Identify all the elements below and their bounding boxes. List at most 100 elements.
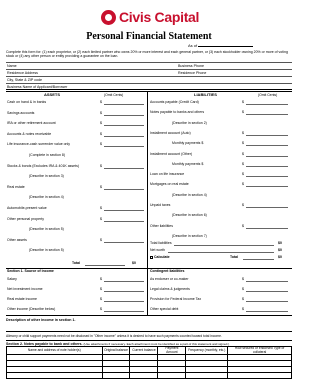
asset-item-field[interactable]: [104, 188, 144, 190]
other-income-note: Alimony or child support payments need n…: [6, 334, 222, 338]
contingent-item-field[interactable]: [246, 311, 288, 312]
contingent-header: Contingent liabilities: [150, 269, 185, 273]
currency-symbol: $: [242, 277, 244, 281]
notes-table-cell[interactable]: [157, 372, 187, 380]
liability-item-label: Monthly payments $: [172, 161, 204, 166]
notes-table-cell[interactable]: [129, 372, 159, 380]
asset-item-field[interactable]: [104, 210, 144, 211]
asset-item-label: Stocks & bonds (Excludes IRA & 401K asse…: [7, 163, 79, 168]
contingent-item-field[interactable]: [246, 291, 288, 292]
asset-item-label: Other assets: [7, 237, 27, 242]
notes-table-cell[interactable]: [227, 372, 292, 380]
liability-item-field[interactable]: [246, 186, 288, 188]
assets-liabilities-grid: ASSETS (Omit Cents) LIABILITIES (Omit Ce…: [6, 91, 292, 316]
currency-symbol: $: [242, 297, 244, 301]
asset-item-field[interactable]: [104, 104, 144, 105]
calculate-label: Calculate: [154, 255, 170, 259]
asset-item-label: (Complete in section 8): [29, 153, 65, 157]
notes-table-body: [6, 354, 292, 380]
income-item-field[interactable]: [104, 291, 144, 292]
currency-symbol: $: [100, 131, 102, 136]
business-name-label: Business Name of Applicant/Borrower: [7, 85, 68, 89]
liability-item-label: (Describe in section 7): [172, 233, 207, 238]
currency-symbol: $: [100, 163, 102, 168]
asset-item-field[interactable]: [104, 135, 144, 137]
income-item-field[interactable]: [104, 311, 144, 312]
liabilities-total-value: $0: [278, 255, 282, 259]
liability-item-field[interactable]: [246, 145, 288, 147]
notes-table-cell[interactable]: [101, 372, 131, 380]
as-of-field[interactable]: [198, 46, 253, 47]
currency-symbol: $: [100, 277, 102, 281]
asset-item-field[interactable]: [104, 220, 144, 222]
other-income-field[interactable]: [6, 324, 292, 332]
brand-name: Civis Capital: [119, 9, 200, 25]
asset-item-label: Cash on hand & in banks: [7, 100, 47, 104]
notes-column-header: Original balance: [101, 345, 131, 356]
assets-header: ASSETS: [44, 92, 61, 97]
currency-symbol: $: [242, 287, 244, 291]
asset-item-field[interactable]: [104, 114, 144, 116]
liabilities-total-label: Total: [230, 255, 239, 259]
liability-item-label: Installment account (Auto): [150, 130, 191, 135]
brand-logo-icon: [101, 9, 116, 25]
liability-item-field[interactable]: [246, 134, 288, 136]
asset-item-label: Life insurance-cash surrender value only: [7, 142, 71, 147]
liabilities-header: LIABILITIES: [194, 92, 217, 97]
asset-item-label: Automobile-present value: [7, 206, 47, 210]
contingent-item-label: Other special debt: [150, 307, 179, 311]
liability-item-label: Mortgages on real estate: [150, 182, 189, 187]
liability-item-label: (Describe in section 4): [172, 192, 207, 197]
liability-item-field[interactable]: [246, 176, 288, 178]
asset-item-field[interactable]: [104, 125, 144, 127]
income-item-field[interactable]: [104, 281, 144, 282]
business-name-row[interactable]: Business Name of Applicant/Borrower: [6, 83, 292, 90]
liability-item-field[interactable]: [246, 155, 288, 157]
notes-payable-table: Name and address of note holder(s) Origin…: [6, 345, 292, 380]
net-worth-value: $0: [278, 248, 282, 252]
asset-item-field[interactable]: [104, 167, 144, 169]
assets-total-label: Total: [72, 261, 81, 265]
notes-table-cell[interactable]: [6, 372, 103, 380]
currency-symbol: $: [100, 110, 102, 115]
liability-item-label: Monthly payments $: [172, 141, 204, 146]
liability-item-field[interactable]: [246, 104, 288, 105]
contingent-item-field[interactable]: [246, 301, 288, 302]
notes-table-cell[interactable]: [185, 372, 229, 380]
asset-item-label: Real estate: [7, 184, 25, 189]
liability-item-label: Loan on life insurance: [150, 172, 185, 177]
section1-header: Section 1. Source of income: [7, 269, 54, 273]
asset-item-label: (Describe in section 5): [29, 248, 64, 253]
liability-item-field[interactable]: [246, 114, 288, 116]
asset-item-field[interactable]: [104, 241, 144, 243]
asset-item-field[interactable]: [104, 146, 144, 148]
liabilities-omit-cents: (Omit Cents): [258, 93, 278, 97]
liability-item-field[interactable]: [246, 165, 288, 167]
asset-item-label: Other personal property: [7, 216, 44, 221]
income-item-field[interactable]: [104, 301, 144, 302]
notes-column-header: Payment Amount: [157, 345, 187, 356]
net-worth-dots: [168, 252, 274, 253]
contingent-item-label: Legal claims & judgments: [150, 287, 190, 291]
liability-item-label: Accounts payable (Credit Card): [150, 100, 199, 104]
currency-symbol: $: [100, 237, 102, 242]
name-row[interactable]: Name Business Phone: [6, 62, 292, 69]
currency-symbol: $: [242, 161, 244, 166]
currency-symbol: $: [100, 142, 102, 147]
liability-item-field[interactable]: [246, 227, 288, 229]
notes-column-header: Current balance: [129, 345, 159, 356]
currency-symbol: $: [242, 100, 244, 104]
asset-item-label: (Describe in section 3): [29, 174, 64, 179]
calculate-checkbox[interactable]: [150, 255, 153, 259]
city-row[interactable]: City, State & ZIP code: [6, 76, 292, 83]
liabilities-total-dots: [243, 259, 274, 260]
contingent-item-field[interactable]: [246, 281, 288, 282]
intro-text: Complete this form for: (1) each proprie…: [6, 50, 288, 59]
currency-symbol: $: [100, 287, 102, 291]
asset-item-label: Savings accounts: [7, 110, 35, 115]
liability-item-field[interactable]: [246, 207, 288, 208]
residence-address-row[interactable]: Residence Address Residence Phone: [6, 69, 292, 76]
liability-item-label: Installment account (Other): [150, 151, 193, 156]
assets-total-value: $0: [132, 261, 136, 265]
calculate-button[interactable]: Calculate: [150, 254, 170, 260]
